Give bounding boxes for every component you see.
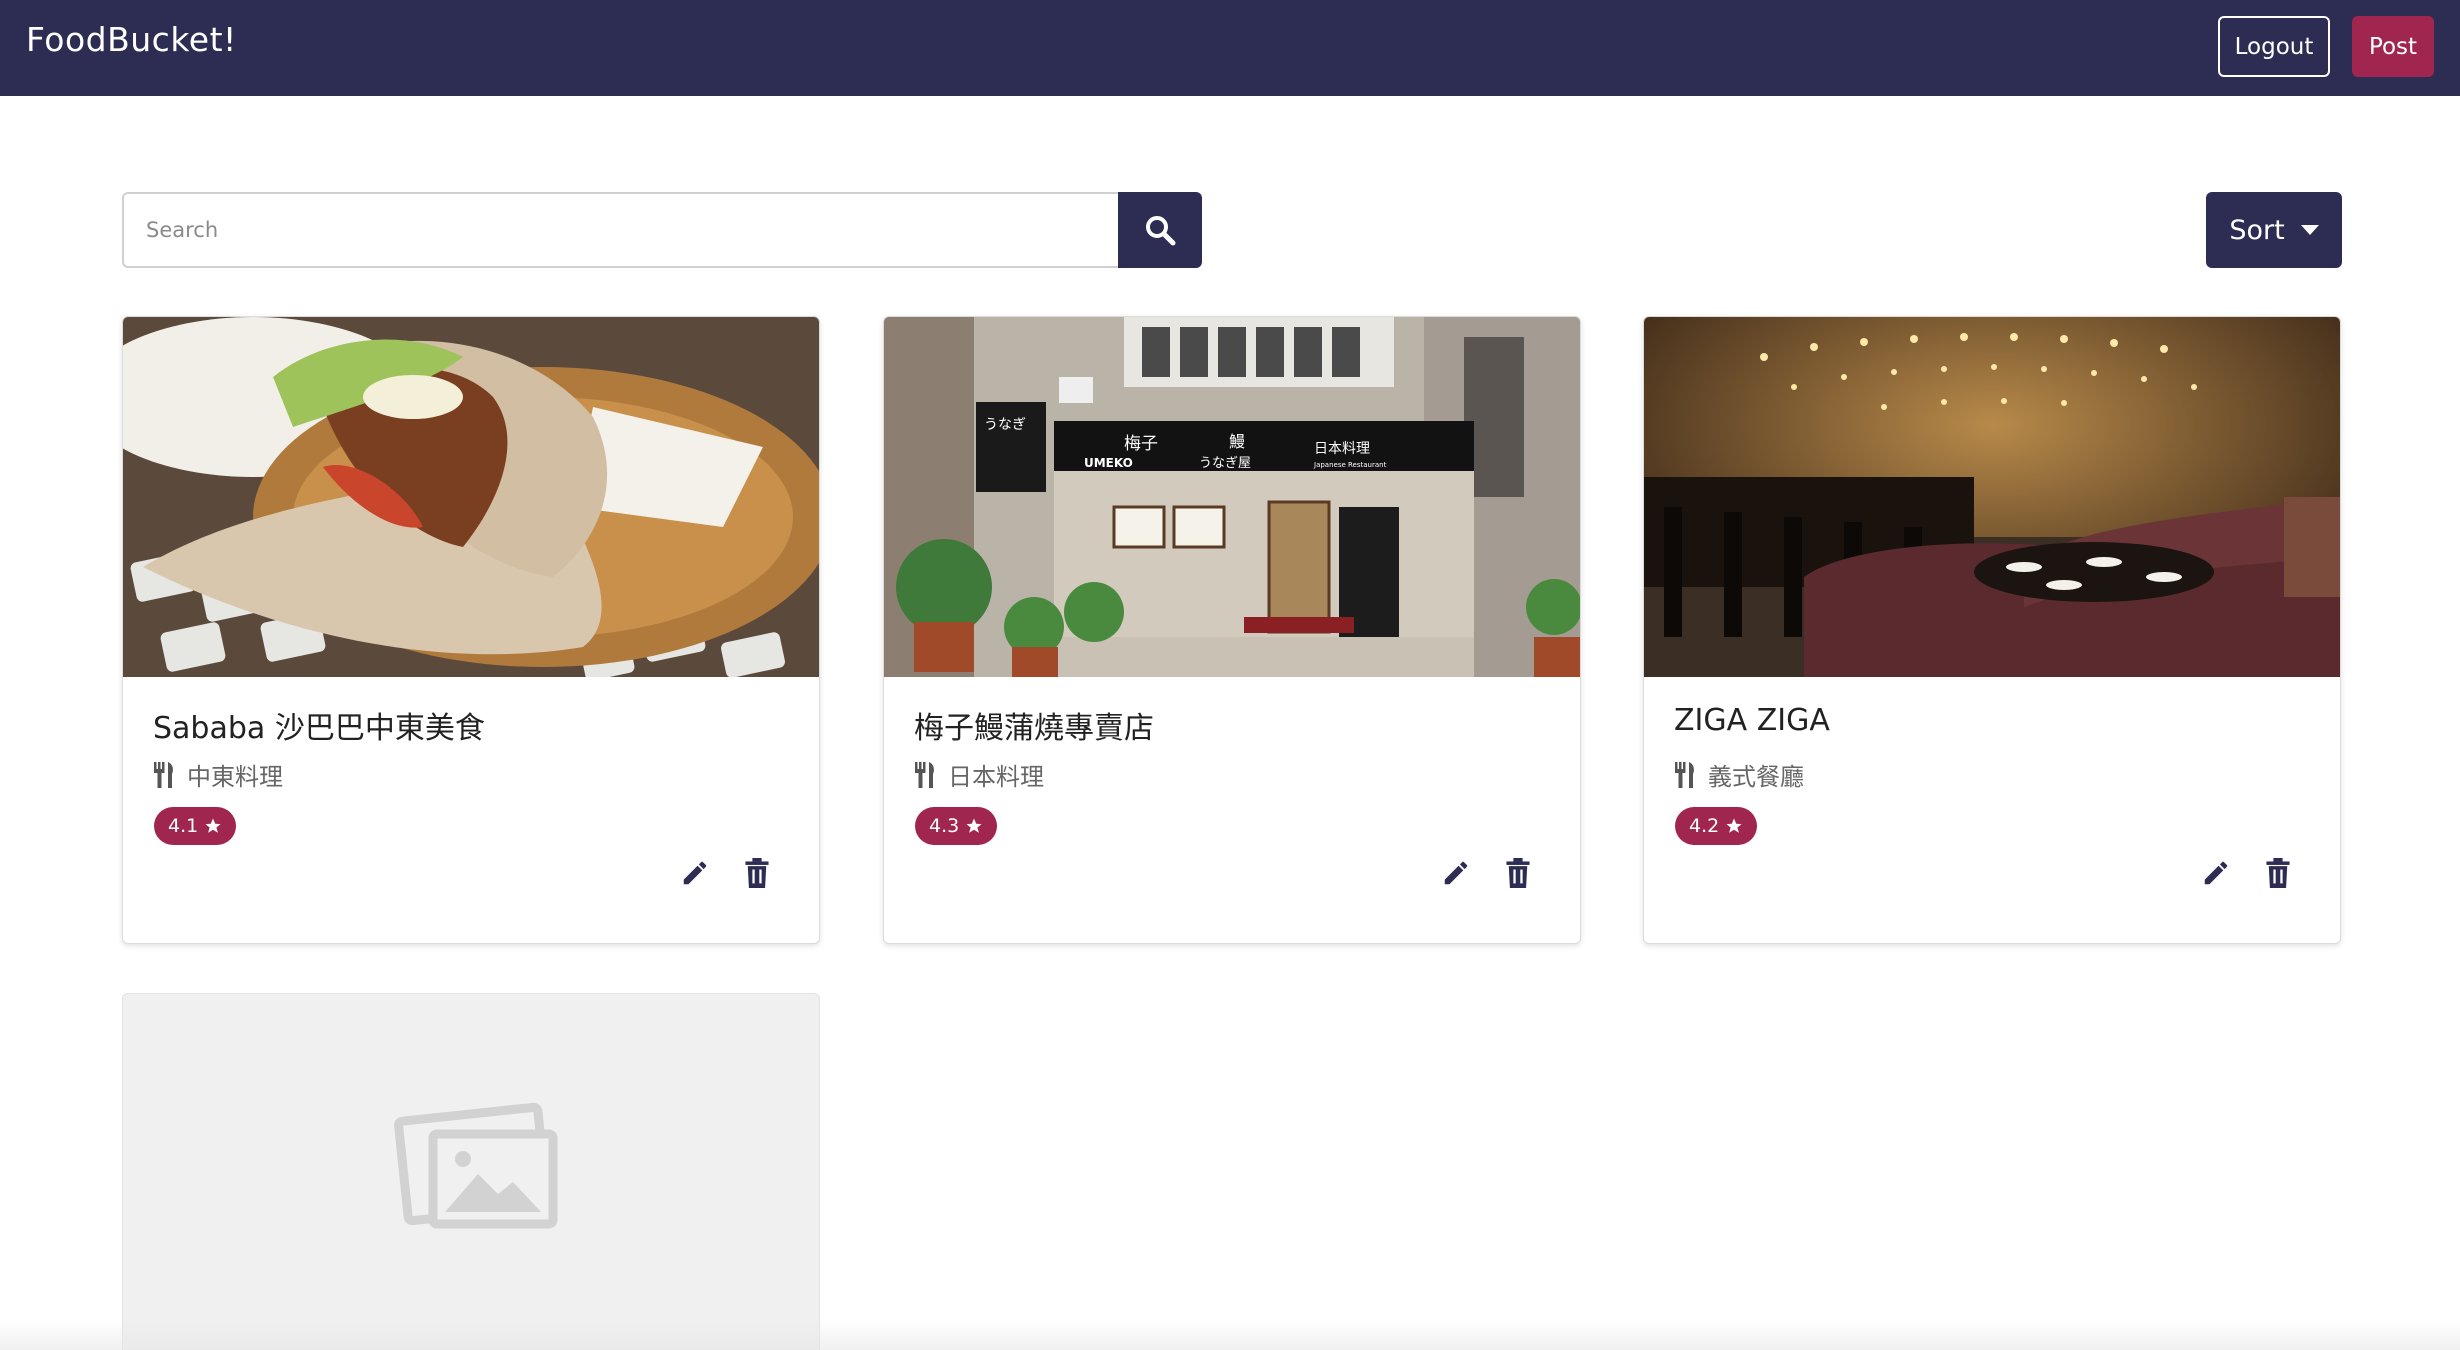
star-icon [205,818,221,833]
restaurant-card[interactable] [122,993,820,1350]
star-icon [1726,818,1742,833]
edit-button[interactable] [675,853,715,893]
restaurant-cuisine: 中東料理 [153,757,283,792]
delete-button[interactable] [2258,853,2298,893]
restaurant-name[interactable]: 梅子鰻蒲燒專賣店 [914,703,1154,747]
restaurant-cuisine: 義式餐廳 [1674,757,1804,792]
sign-text-en: Japanese Restaurant [1313,461,1387,469]
restaurant-card[interactable]: Sababa 沙巴巴中東美食 中東料理 4.1 [122,316,820,944]
cuisine-label: 中東料理 [187,763,283,791]
restaurant-image[interactable]: 梅子 UMEKO 鰻 うなぎ屋 日本料理 Japanese Restaurant… [884,317,1580,677]
sign-text-left: うなぎ [984,417,1026,433]
restaurant-card[interactable]: ZIGA ZIGA 義式餐廳 4.2 [1643,316,2341,944]
search-input[interactable] [122,192,1120,268]
restaurant-image[interactable] [123,317,819,677]
rating-value: 4.1 [168,815,199,837]
sign-text-kana: うなぎ屋 [1199,456,1251,471]
search-icon [1146,216,1176,246]
sort-label: Sort [2229,214,2285,246]
sort-dropdown-button[interactable]: Sort [2206,192,2342,268]
rating-badge: 4.1 [154,807,237,845]
restaurant-card[interactable]: 梅子 UMEKO 鰻 うなぎ屋 日本料理 Japanese Restaurant… [883,316,1581,944]
placeholder-image-icon [393,1094,563,1234]
utensils-icon [154,761,173,788]
restaurant-name[interactable]: Sababa 沙巴巴中東美食 [153,703,485,747]
rating-badge: 4.3 [915,807,998,845]
trash-icon [2266,858,2290,888]
restaurant-cuisine: 日本料理 [914,757,1044,792]
edit-button[interactable] [2196,853,2236,893]
post-button[interactable]: Post [2352,16,2434,77]
logout-button[interactable]: Logout [2218,16,2330,77]
star-icon [966,818,982,833]
delete-button[interactable] [737,853,777,893]
delete-button[interactable] [1498,853,1538,893]
sign-text-eel: 鰻 [1229,432,1245,451]
cuisine-label: 義式餐廳 [1708,763,1804,791]
rating-value: 4.2 [1689,815,1720,837]
edit-button[interactable] [1436,853,1476,893]
restaurant-name[interactable]: ZIGA ZIGA [1674,703,1830,738]
navbar: FoodBucket! Logout Post [0,0,2460,96]
brand-logo[interactable]: FoodBucket! [26,20,237,59]
pencil-icon [1444,861,1468,885]
sign-text-main: 梅子 [1124,434,1158,454]
pencil-icon [683,861,707,885]
restaurant-image[interactable] [1644,317,2340,677]
search-button[interactable] [1118,192,1202,268]
sign-text-romaji: UMEKO [1084,456,1133,470]
rating-value: 4.3 [929,815,960,837]
utensils-icon [915,761,934,788]
utensils-icon [1675,761,1694,788]
sign-text-jp: 日本料理 [1314,441,1370,457]
pencil-icon [2204,861,2228,885]
caret-down-icon [2300,225,2319,235]
trash-icon [745,858,769,888]
scroll-fade [0,1320,2460,1350]
cuisine-label: 日本料理 [948,763,1044,791]
rating-badge: 4.2 [1675,807,1758,845]
trash-icon [1506,858,1530,888]
